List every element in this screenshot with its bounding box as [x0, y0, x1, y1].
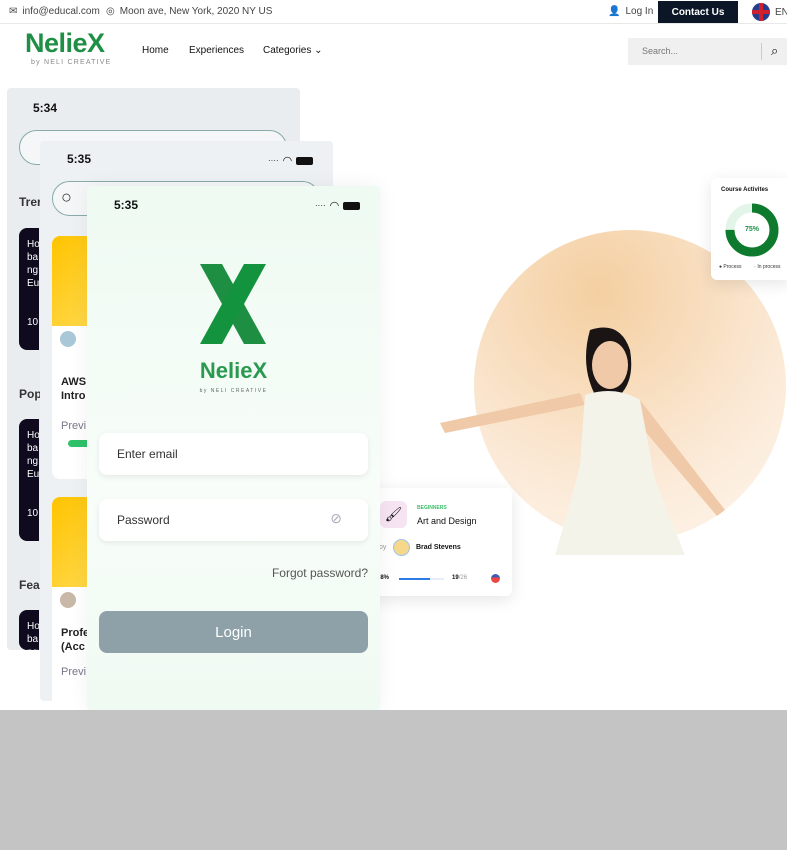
popular-card[interactable]: Ho ba ng Eu 10 — [19, 419, 39, 541]
author-avatar — [60, 592, 76, 608]
login-button[interactable]: Login — [99, 611, 368, 653]
location-icon: ◎ — [106, 6, 115, 17]
status-time: 5:35 — [114, 198, 139, 212]
section-popular: Pop — [19, 387, 42, 401]
signal-icon: ···· — [268, 156, 279, 165]
lessons-total: /26 — [458, 575, 468, 581]
instructor-name: Brad Stevens — [416, 544, 461, 551]
author-avatar — [60, 331, 76, 347]
paint-brush-icon: 🖌 — [380, 501, 407, 528]
email-text: info@educal.com — [22, 6, 100, 17]
activity-title: Course Activites — [721, 187, 769, 193]
chevron-down-icon: ⌄ — [314, 45, 323, 56]
card-text: Ho ba ng Eu — [27, 430, 39, 480]
login-brand: NelieX — [199, 358, 268, 383]
lessons-done: 19 — [452, 575, 459, 581]
card-num: 10 — [27, 508, 39, 519]
nav-home[interactable]: Home — [142, 45, 169, 56]
status-time: 5:34 — [33, 101, 58, 115]
battery-icon — [343, 201, 361, 210]
site-logo[interactable]: NelieX by NELI CREATIVE — [25, 28, 112, 66]
status-icons: ···· ◠ — [315, 199, 361, 212]
password-placeholder: Password — [117, 513, 170, 527]
card-num: 10 — [27, 317, 39, 328]
course-card[interactable]: 🖌 BEGINNERS Art and Design by Brad Steve… — [365, 488, 512, 596]
search-input[interactable]: Search... ⌕ — [628, 38, 787, 65]
password-field[interactable]: Password ⊘ — [99, 499, 368, 541]
address-text: Moon ave, New York, 2020 NY US — [119, 6, 273, 17]
progress-fill — [399, 578, 430, 580]
user-icon: 👤 — [608, 6, 621, 17]
email-placeholder: Enter email — [117, 447, 178, 461]
neliex-x-logo — [200, 264, 266, 344]
language-label: EN — [775, 6, 787, 18]
featured-card[interactable]: Ho ba ng Eu — [19, 610, 39, 650]
status-time: 5:35 — [67, 152, 92, 166]
top-bar: ✉ info@educal.com ◎ Moon ave, New York, 20… — [0, 0, 787, 24]
trending-card[interactable]: Ho ba ng Eu 10 — [19, 228, 39, 350]
uk-flag-icon — [752, 3, 770, 21]
contact-us-button[interactable]: Contact Us — [658, 1, 738, 23]
legend-in-process: ● In process — [753, 264, 781, 270]
activity-percent: 75% — [744, 226, 759, 233]
legend-in-process-label: In process — [757, 264, 781, 270]
email-field[interactable]: Enter email — [99, 433, 368, 475]
logo-text: NelieX — [25, 28, 105, 58]
legend-process-label: Process — [723, 264, 742, 270]
forgot-password-link[interactable]: Forgot password? — [272, 566, 368, 580]
login-label: Log In — [625, 6, 654, 17]
wifi-icon: ◠ — [282, 155, 293, 167]
address-info: ◎ Moon ave, New York, 2020 NY US — [106, 6, 272, 17]
nav-experiences[interactable]: Experiences — [189, 45, 244, 56]
login-link[interactable]: 👤 Log In — [608, 6, 653, 17]
card-text: Ho ba ng Eu — [27, 621, 39, 650]
section-featured: Fea — [19, 578, 40, 592]
by-label: by — [379, 544, 387, 551]
course-level: BEGINNERS — [417, 505, 447, 511]
search-icon: ○ — [61, 187, 72, 207]
battery-icon — [296, 156, 314, 165]
language-selector[interactable]: EN — [752, 3, 787, 21]
us-flag-icon — [491, 574, 500, 583]
wifi-icon: ◠ — [329, 200, 340, 212]
lesson-count: 19/26 — [452, 575, 467, 581]
nav-categories-label: Categories — [263, 45, 312, 56]
page: ✉ info@educal.com ◎ Moon ave, New York, 20… — [0, 0, 787, 710]
search-placeholder: Search... — [642, 46, 679, 56]
card-text: Ho ba ng Eu — [27, 239, 39, 289]
legend-process: ● Process — [719, 264, 742, 270]
section-trending: Trer — [19, 195, 42, 209]
mail-icon: ✉ — [9, 6, 18, 17]
course-activity-card: Course Activites 75% ● Process ● In proc… — [711, 178, 787, 280]
status-icons: ···· ◠ — [268, 154, 314, 167]
eye-off-icon[interactable]: ⊘ — [330, 510, 342, 527]
email-info: ✉ info@educal.com — [9, 6, 100, 17]
nav-categories[interactable]: Categories ⌄ — [263, 45, 323, 56]
signal-icon: ···· — [315, 201, 326, 210]
progress-bar — [399, 578, 444, 580]
course-title: Art and Design — [417, 516, 477, 526]
instructor-avatar — [393, 539, 410, 556]
phone-screen-login: 5:35 ···· ◠ NelieX by NELI CREATIVE Enter… — [87, 186, 380, 710]
login-tagline: by NELI CREATIVE — [199, 388, 268, 394]
search-icon[interactable]: ⌕ — [771, 43, 778, 59]
logo-tagline: by NELI CREATIVE — [31, 59, 112, 66]
